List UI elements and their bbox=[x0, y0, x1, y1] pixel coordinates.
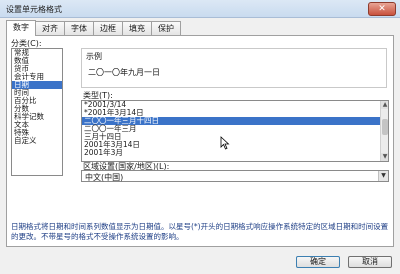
type-list-scrollbar[interactable]: ▲ ▼ bbox=[380, 101, 388, 161]
sample-label: 示例 bbox=[86, 52, 102, 61]
tab-number[interactable]: 数字 bbox=[6, 20, 36, 36]
scroll-up-icon[interactable]: ▲ bbox=[381, 101, 388, 109]
scroll-down-icon[interactable]: ▼ bbox=[381, 153, 388, 161]
sample-value: 二〇一〇年九月一日 bbox=[88, 68, 160, 77]
format-cells-dialog: 数字 对齐 字体 边框 填充 保护 分类(C): 常规 数值 货币 会计专用 日… bbox=[0, 18, 400, 274]
tab-protection[interactable]: 保护 bbox=[151, 21, 181, 35]
format-description: 日期格式将日期和时间系列数值显示为日期值。以星号(*)开头的日期格式响应操作系统… bbox=[11, 222, 389, 241]
type-list[interactable]: *2001/3/14 *2001年3月14日 二〇〇一年三月十四日 二〇〇一年三… bbox=[81, 100, 389, 162]
number-panel: 分类(C): 常规 数值 货币 会计专用 日期 时间 百分比 分数 科学记数 文… bbox=[6, 35, 394, 247]
close-button[interactable]: ✕ bbox=[368, 2, 396, 16]
type-item[interactable]: 2001年3月14日 bbox=[82, 141, 380, 149]
locale-value: 中文(中国) bbox=[85, 173, 124, 182]
sample-box: 示例 二〇一〇年九月一日 bbox=[81, 48, 387, 88]
scroll-thumb[interactable] bbox=[382, 119, 388, 135]
title-bar: 设置单元格格式 ✕ bbox=[0, 0, 400, 18]
cancel-button[interactable]: 取消 bbox=[348, 256, 392, 268]
chevron-down-icon[interactable]: ▼ bbox=[378, 171, 388, 181]
category-list[interactable]: 常规 数值 货币 会计专用 日期 时间 百分比 分数 科学记数 文本 特殊 自定… bbox=[11, 48, 63, 176]
tab-bar: 数字 对齐 字体 边框 填充 保护 bbox=[6, 20, 181, 36]
type-item[interactable]: 二〇〇一年三月 bbox=[82, 125, 380, 133]
mouse-cursor-icon bbox=[220, 136, 230, 150]
ok-button[interactable]: 确定 bbox=[296, 256, 340, 268]
tab-font[interactable]: 字体 bbox=[64, 21, 94, 35]
window-title: 设置单元格格式 bbox=[6, 5, 62, 14]
category-item[interactable]: 自定义 bbox=[12, 137, 62, 145]
tab-fill[interactable]: 填充 bbox=[122, 21, 152, 35]
tab-border[interactable]: 边框 bbox=[93, 21, 123, 35]
locale-select[interactable]: 中文(中国) ▼ bbox=[81, 170, 389, 182]
tab-alignment[interactable]: 对齐 bbox=[35, 21, 65, 35]
type-item[interactable]: 2001年3月 bbox=[82, 149, 380, 157]
